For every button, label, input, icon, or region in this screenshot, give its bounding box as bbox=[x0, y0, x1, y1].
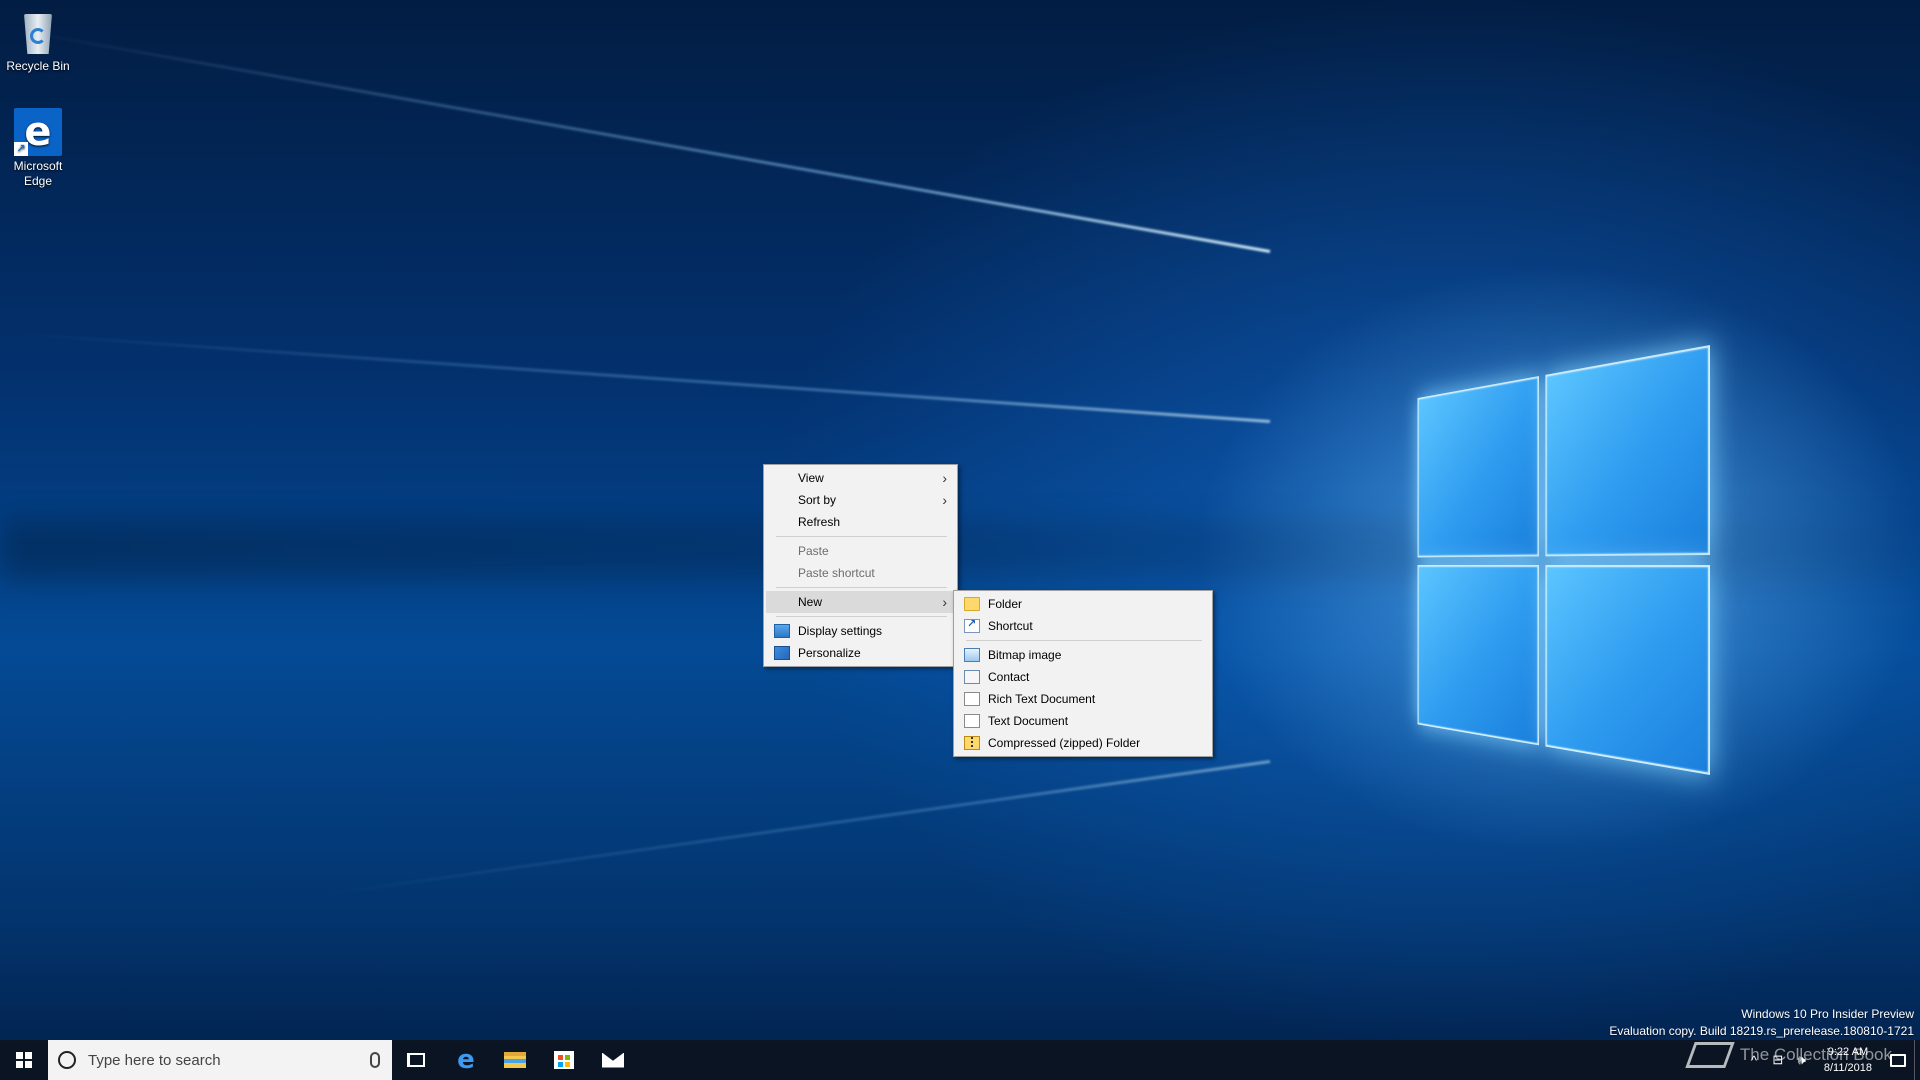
edge-icon: e bbox=[457, 1045, 475, 1075]
desktop-context-menu: View › Sort by › Refresh Paste Paste sho… bbox=[763, 464, 958, 667]
menu-item-sort-by[interactable]: Sort by › bbox=[766, 489, 955, 511]
wallpaper-beam bbox=[3, 331, 1270, 423]
new-submenu: Folder Shortcut Bitmap image Contact Ric… bbox=[953, 590, 1213, 757]
brand-watermark: The Collection Book bbox=[1690, 1042, 1892, 1068]
submenu-item-compressed-folder[interactable]: Compressed (zipped) Folder bbox=[956, 732, 1210, 754]
rich-text-icon bbox=[964, 692, 980, 706]
file-explorer-icon bbox=[504, 1052, 526, 1068]
desktop-icon-microsoft-edge[interactable]: e ↗ Microsoft Edge bbox=[0, 108, 76, 189]
bitmap-icon bbox=[964, 648, 980, 662]
book-logo-icon bbox=[1685, 1042, 1734, 1068]
start-button[interactable] bbox=[0, 1040, 48, 1080]
desktop-icon-recycle-bin[interactable]: Recycle Bin bbox=[0, 8, 76, 74]
store-icon bbox=[554, 1051, 574, 1069]
chevron-right-icon: › bbox=[942, 591, 947, 613]
cortana-icon bbox=[58, 1051, 76, 1069]
zip-folder-icon bbox=[964, 736, 980, 750]
menu-item-new[interactable]: New › bbox=[766, 591, 955, 613]
submenu-item-rich-text-document[interactable]: Rich Text Document bbox=[956, 688, 1210, 710]
taskbar-edge-button[interactable]: e bbox=[442, 1040, 490, 1080]
show-desktop-button[interactable] bbox=[1914, 1040, 1920, 1080]
menu-separator bbox=[966, 640, 1202, 641]
microphone-icon[interactable] bbox=[370, 1052, 380, 1068]
menu-item-personalize[interactable]: Personalize bbox=[766, 642, 955, 664]
text-document-icon bbox=[964, 714, 980, 728]
display-settings-icon bbox=[774, 624, 790, 638]
menu-item-paste: Paste bbox=[766, 540, 955, 562]
build-watermark: Windows 10 Pro Insider Preview Evaluatio… bbox=[1609, 1006, 1914, 1040]
submenu-item-folder[interactable]: Folder bbox=[956, 593, 1210, 615]
task-view-icon bbox=[407, 1053, 425, 1067]
search-box[interactable]: Type here to search bbox=[48, 1040, 392, 1080]
desktop-icon-label: Recycle Bin bbox=[6, 59, 69, 73]
taskbar-file-explorer-button[interactable] bbox=[491, 1040, 539, 1080]
menu-item-refresh[interactable]: Refresh bbox=[766, 511, 955, 533]
menu-item-display-settings[interactable]: Display settings bbox=[766, 620, 955, 642]
recycle-bin-icon bbox=[14, 8, 62, 56]
task-view-button[interactable] bbox=[392, 1040, 440, 1080]
submenu-item-text-document[interactable]: Text Document bbox=[956, 710, 1210, 732]
edge-icon: e ↗ bbox=[14, 108, 62, 156]
desktop-icon-label: Microsoft Edge bbox=[14, 159, 63, 188]
menu-item-view[interactable]: View › bbox=[766, 467, 955, 489]
chevron-right-icon: › bbox=[942, 467, 947, 489]
menu-separator bbox=[776, 616, 947, 617]
windows-logo-icon bbox=[16, 1052, 32, 1068]
watermark-build: Evaluation copy. Build 18219.rs_prerelea… bbox=[1609, 1023, 1914, 1040]
taskbar: Type here to search e ^ ⊟ 🕪 9:22 AM 8/11… bbox=[0, 1040, 1920, 1080]
folder-icon bbox=[964, 597, 980, 611]
taskbar-mail-button[interactable] bbox=[589, 1040, 637, 1080]
submenu-item-contact[interactable]: Contact bbox=[956, 666, 1210, 688]
search-placeholder: Type here to search bbox=[88, 1052, 370, 1069]
watermark-edition: Windows 10 Pro Insider Preview bbox=[1609, 1006, 1914, 1023]
wallpaper-beam bbox=[309, 760, 1270, 898]
chevron-right-icon: › bbox=[942, 489, 947, 511]
personalize-icon bbox=[774, 646, 790, 660]
windows-logo-wallpaper bbox=[1418, 345, 1710, 785]
notification-icon bbox=[1890, 1054, 1906, 1067]
wallpaper-beam bbox=[19, 29, 1270, 252]
mail-icon bbox=[602, 1053, 624, 1068]
menu-item-paste-shortcut: Paste shortcut bbox=[766, 562, 955, 584]
contact-icon bbox=[964, 670, 980, 684]
menu-separator bbox=[776, 536, 947, 537]
taskbar-store-button[interactable] bbox=[540, 1040, 588, 1080]
submenu-item-shortcut[interactable]: Shortcut bbox=[956, 615, 1210, 637]
submenu-item-bitmap-image[interactable]: Bitmap image bbox=[956, 644, 1210, 666]
shortcut-icon bbox=[964, 619, 980, 633]
menu-separator bbox=[776, 587, 947, 588]
